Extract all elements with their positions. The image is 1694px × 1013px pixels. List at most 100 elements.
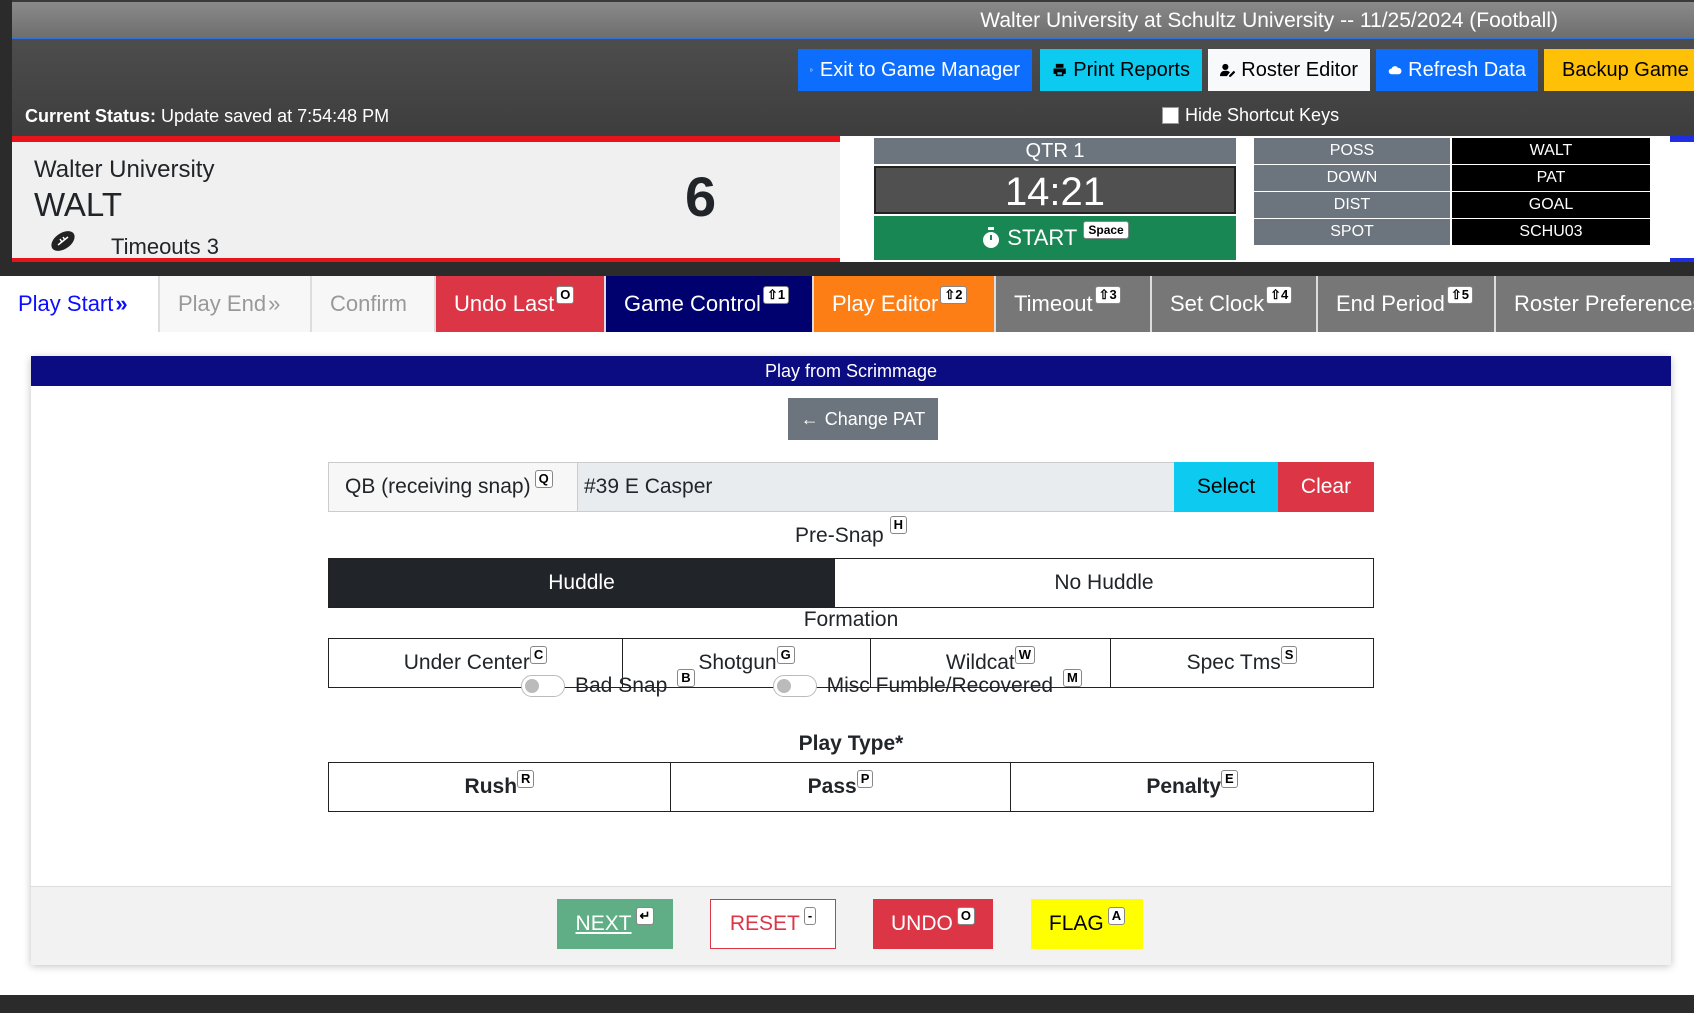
hide-shortcut-keys-checkbox[interactable] bbox=[1162, 107, 1179, 124]
shortcut-key: ⇧4 bbox=[1266, 286, 1293, 304]
shortcut-key: H bbox=[889, 516, 907, 534]
tab-undo-last[interactable]: Undo Last O bbox=[436, 276, 606, 332]
shortcut-key: A bbox=[1107, 907, 1126, 925]
status-text: Update saved at 7:54:48 PM bbox=[161, 106, 390, 126]
flag-button[interactable]: FLAG A bbox=[1031, 899, 1143, 949]
shortcut-key: ⇧3 bbox=[1094, 286, 1121, 304]
tab-roster-preferences[interactable]: Roster Preferences bbox=[1496, 276, 1694, 332]
game-title: Walter University at Schultz University … bbox=[980, 9, 1558, 32]
play-type-label: Play Type* bbox=[798, 732, 904, 755]
main-content: Play from Scrimmage ← Change PAT QB (rec… bbox=[0, 332, 1694, 995]
refresh-data-button[interactable]: Refresh Data bbox=[1376, 49, 1538, 91]
shortcut-key: M bbox=[1063, 669, 1082, 687]
misc-fumble-switch[interactable] bbox=[772, 675, 817, 697]
roster-editor-button[interactable]: Roster Editor bbox=[1208, 49, 1370, 91]
shortcut-key: ⇧2 bbox=[940, 286, 967, 304]
shortcut-key: Space bbox=[1083, 221, 1129, 239]
shortcut-key: R bbox=[517, 770, 535, 788]
tab-confirm[interactable]: Confirm bbox=[312, 276, 436, 332]
shortcut-key: E bbox=[1221, 770, 1238, 788]
situation-label: SPOT bbox=[1254, 219, 1450, 245]
tab-play-start[interactable]: Play Start » bbox=[0, 276, 160, 332]
shortcut-key: P bbox=[856, 770, 874, 788]
situation-label: POSS bbox=[1254, 138, 1450, 164]
print-reports-button[interactable]: Print Reports bbox=[1040, 49, 1202, 91]
shortcut-key: O bbox=[556, 286, 575, 304]
bad-snap-switch[interactable] bbox=[521, 675, 565, 697]
title-bar: Walter University at Schultz University … bbox=[12, 2, 1694, 39]
penalty-button[interactable]: Penalty E bbox=[1011, 763, 1373, 811]
backup-game-button[interactable]: Backup Game bbox=[1544, 49, 1694, 91]
reset-button[interactable]: RESET - bbox=[710, 899, 836, 949]
formation-label: Formation bbox=[803, 608, 899, 631]
presnap-label: Pre-Snap H bbox=[328, 516, 1374, 548]
user-edit-icon bbox=[1220, 63, 1236, 77]
bad-snap-toggle[interactable]: Bad Snap B bbox=[521, 669, 695, 698]
quarter-display: QTR 1 bbox=[874, 138, 1236, 164]
stopwatch-icon bbox=[983, 227, 1000, 248]
printer-icon bbox=[1053, 63, 1066, 77]
arrow-left-icon: ← bbox=[800, 408, 819, 429]
start-clock-button[interactable]: START Space bbox=[874, 216, 1236, 260]
football-icon bbox=[51, 231, 75, 251]
tab-game-control[interactable]: Game Control ⇧1 bbox=[606, 276, 814, 332]
hide-shortcut-keys-toggle[interactable]: Hide Shortcut Keys bbox=[1162, 105, 1339, 126]
undo-button[interactable]: UNDO O bbox=[873, 899, 993, 949]
card-header: Play from Scrimmage bbox=[31, 356, 1671, 386]
shortcut-key: W bbox=[1014, 646, 1036, 664]
shortcut-key: ⇧1 bbox=[762, 286, 790, 304]
shortcut-key: ↵ bbox=[635, 907, 655, 925]
situation-row: SPOT SCHU03 bbox=[1254, 219, 1650, 245]
shortcut-key: C bbox=[529, 646, 548, 664]
situation-table: POSS WALT DOWN PAT DIST GOAL SPOT SCHU03 bbox=[1254, 138, 1650, 246]
shortcut-key: S bbox=[1280, 646, 1298, 664]
situation-row: POSS WALT bbox=[1254, 138, 1650, 164]
clear-button[interactable]: Clear bbox=[1278, 462, 1374, 512]
change-pat-button[interactable]: ← Change PAT bbox=[788, 398, 938, 440]
qb-value-field[interactable]: #39 E Casper bbox=[578, 462, 1174, 512]
qb-selector: QB (receiving snap) Q #39 E Casper Selec… bbox=[328, 462, 1374, 512]
double-chevron-right-icon: » bbox=[115, 291, 128, 316]
tab-end-period[interactable]: End Period ⇧5 bbox=[1318, 276, 1496, 332]
sign-out-icon bbox=[810, 68, 813, 72]
game-clock[interactable]: 14:21 bbox=[874, 166, 1236, 214]
situation-value: PAT bbox=[1452, 165, 1650, 191]
spec-tms-button[interactable]: Spec Tms S bbox=[1111, 639, 1373, 687]
exit-to-game-manager-button[interactable]: Exit to Game Manager bbox=[798, 49, 1032, 91]
clock-panel: QTR 1 14:21 START Space POSS WALT DOWN P… bbox=[840, 136, 1670, 262]
workflow-tabs: Play Start » Play End » Confirm Undo Las… bbox=[0, 276, 1694, 332]
current-status: Current Status: Update saved at 7:54:48 … bbox=[25, 106, 389, 127]
situation-value: WALT bbox=[1452, 138, 1650, 164]
status-label: Current Status: bbox=[25, 106, 157, 126]
no-huddle-button[interactable]: No Huddle bbox=[835, 559, 1373, 607]
select-button[interactable]: Select bbox=[1174, 462, 1278, 512]
situation-label: DOWN bbox=[1254, 165, 1450, 191]
misc-fumble-toggle[interactable]: Misc Fumble/Recovered M bbox=[772, 669, 1082, 698]
shortcut-key: G bbox=[776, 646, 795, 664]
play-card: Play from Scrimmage ← Change PAT QB (rec… bbox=[31, 356, 1671, 965]
timeouts: Timeouts 3 bbox=[111, 234, 220, 259]
next-button[interactable]: NEXT ↵ bbox=[557, 899, 673, 949]
situation-label: DIST bbox=[1254, 192, 1450, 218]
play-type-group: Rush R Pass P Penalty E bbox=[328, 762, 1374, 812]
shortcut-key: ⇧5 bbox=[1446, 286, 1473, 304]
app-header: Walter University at Schultz University … bbox=[12, 0, 1694, 138]
tab-timeout[interactable]: Timeout ⇧3 bbox=[996, 276, 1152, 332]
opponent-color-edge bbox=[1670, 136, 1694, 262]
cloud-icon bbox=[1388, 66, 1402, 75]
shortcut-key: Q bbox=[534, 470, 553, 488]
shortcut-key: - bbox=[803, 907, 817, 925]
huddle-button[interactable]: Huddle bbox=[329, 559, 835, 607]
tab-play-editor[interactable]: Play Editor ⇧2 bbox=[814, 276, 996, 332]
pass-button[interactable]: Pass P bbox=[671, 763, 1011, 811]
rush-button[interactable]: Rush R bbox=[329, 763, 671, 811]
qb-label: QB (receiving snap) Q bbox=[328, 462, 578, 512]
tab-set-clock[interactable]: Set Clock ⇧4 bbox=[1152, 276, 1318, 332]
action-footer: NEXT ↵ RESET - UNDO O FLAG A bbox=[31, 886, 1671, 965]
tab-play-end[interactable]: Play End » bbox=[160, 276, 312, 332]
presnap-group: Huddle No Huddle bbox=[328, 558, 1374, 608]
situation-value: GOAL bbox=[1452, 192, 1650, 218]
team-score-panel: Walter University WALT 6 Timeouts 3 bbox=[12, 136, 840, 262]
shortcut-key: O bbox=[956, 907, 975, 925]
situation-row: DIST GOAL bbox=[1254, 192, 1650, 218]
